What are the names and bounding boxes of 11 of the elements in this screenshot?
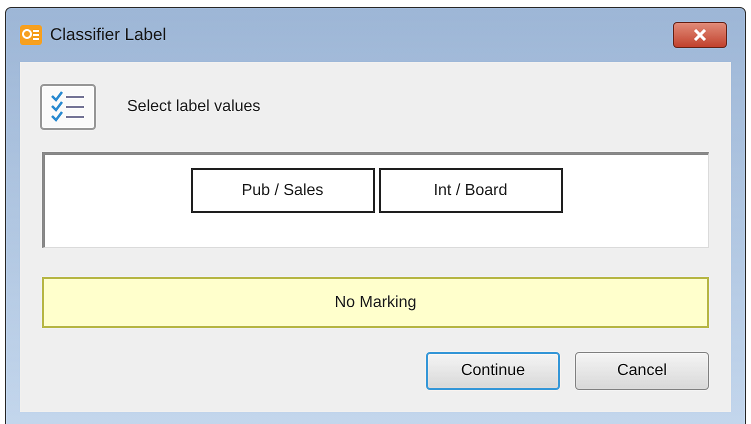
checklist-icon (40, 84, 96, 130)
header-text: Select label values (127, 97, 260, 117)
label-value-button[interactable]: Pub / Sales (190, 168, 374, 213)
window-title: Classifier Label (50, 24, 166, 46)
dialog-button[interactable]: Cancel (575, 352, 709, 390)
close-button[interactable] (673, 22, 727, 48)
app-icon (20, 25, 42, 45)
marking-bar: No Marking (42, 277, 709, 328)
close-icon (693, 29, 707, 41)
label-value-button[interactable]: Int / Board (378, 168, 562, 213)
dialog-button[interactable]: Continue (426, 352, 560, 390)
